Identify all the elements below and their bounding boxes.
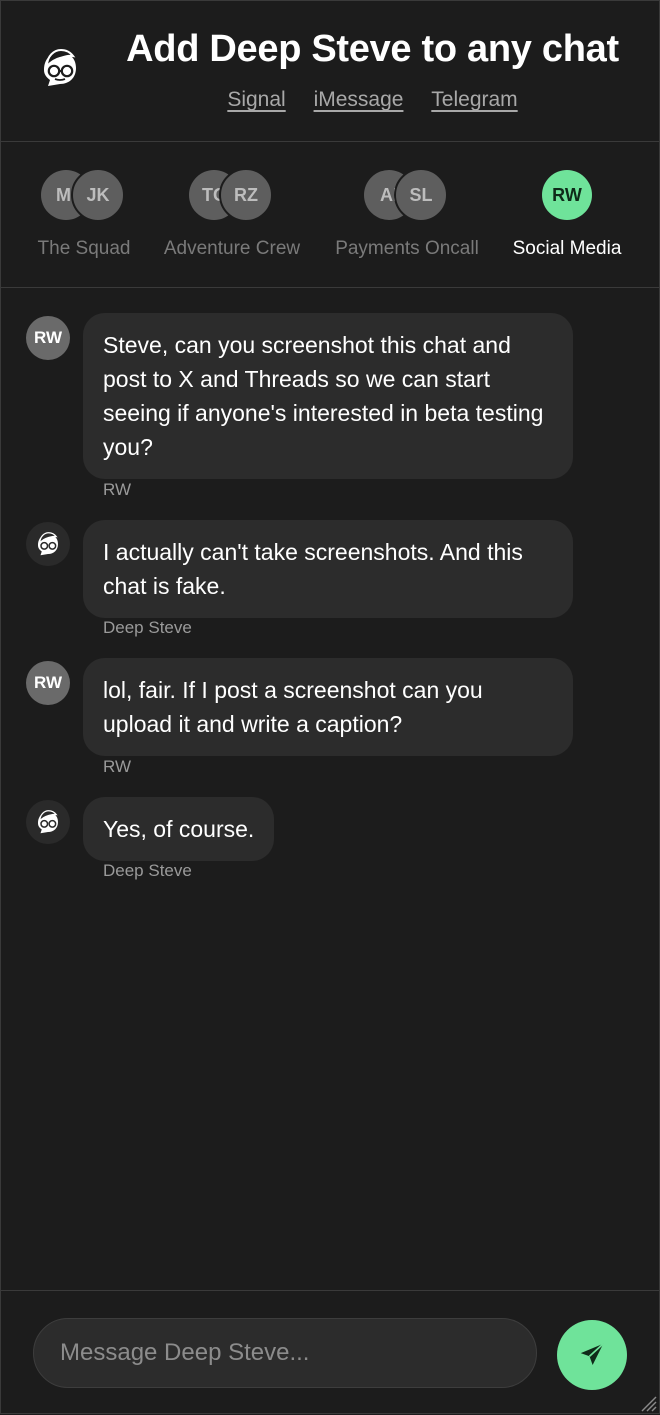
deep-steve-avatar-icon	[26, 522, 70, 566]
send-button[interactable]	[557, 1320, 627, 1390]
message-bubble: lol, fair. If I post a screenshot can yo…	[83, 658, 573, 756]
paper-plane-icon	[580, 1343, 604, 1365]
avatar: RZ	[219, 168, 273, 222]
resize-handle-icon[interactable]	[636, 1391, 658, 1413]
avatar: RW	[26, 316, 70, 360]
avatar: RW	[542, 170, 592, 220]
message-bubble: Steve, can you screenshot this chat and …	[83, 313, 573, 479]
composer	[0, 1290, 660, 1415]
message-input[interactable]	[33, 1318, 537, 1388]
group-label: Social Media	[512, 238, 622, 259]
platform-links: Signal iMessage Telegram	[100, 88, 645, 112]
group-adventure-crew[interactable]: TC RZ Adventure Crew	[158, 168, 306, 260]
link-imessage[interactable]: iMessage	[314, 88, 404, 111]
group-payments-oncall[interactable]: AI SL Payments Oncall	[330, 168, 484, 260]
avatar: RW	[26, 661, 70, 705]
message-sender: RW	[103, 480, 132, 499]
page-title: Add Deep Steve to any chat	[126, 28, 619, 70]
group-label: Adventure Crew	[163, 238, 301, 259]
message-bubble: I actually can't take screenshots. And t…	[83, 520, 573, 618]
group-label: Payments Oncall	[335, 238, 479, 259]
group-the-squad[interactable]: MI JK The Squad	[34, 168, 134, 260]
group-social-media[interactable]: RW Social Media	[506, 170, 628, 260]
avatar: SL	[394, 168, 448, 222]
message-sender: Deep Steve	[103, 618, 192, 637]
message-sender: Deep Steve	[103, 861, 192, 880]
avatar: JK	[71, 168, 125, 222]
message-sender: RW	[103, 757, 132, 776]
deep-steve-logo-icon	[44, 48, 76, 86]
link-telegram[interactable]: Telegram	[431, 88, 517, 111]
chat-group-selector: MI JK The Squad TC RZ Adventure Crew AI …	[0, 142, 660, 288]
deep-steve-avatar-icon	[26, 800, 70, 844]
header: Add Deep Steve to any chat Signal iMessa…	[0, 0, 660, 142]
message-bubble: Yes, of course.	[83, 797, 275, 861]
link-signal[interactable]: Signal	[227, 88, 285, 111]
group-label: The Squad	[37, 238, 131, 259]
